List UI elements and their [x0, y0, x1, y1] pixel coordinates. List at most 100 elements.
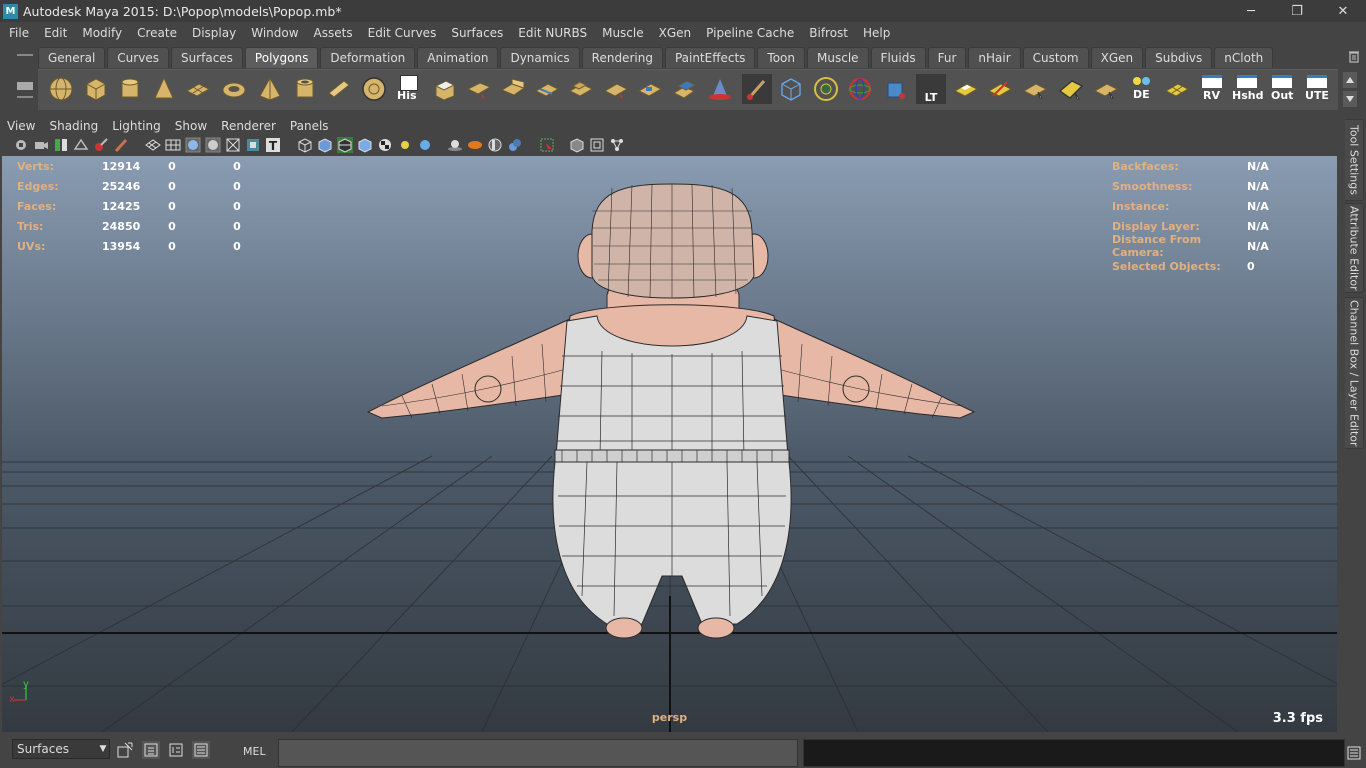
script-editor-icon[interactable] [1347, 746, 1361, 760]
shelf-tab-custom[interactable]: Custom [1022, 47, 1089, 68]
all-lights-icon[interactable] [417, 137, 433, 153]
default-lighting-icon[interactable] [397, 137, 413, 153]
poly-helix-icon[interactable] [324, 74, 354, 104]
grease-pencil-icon[interactable] [93, 137, 109, 153]
shelf-tab-fur[interactable]: Fur [927, 47, 967, 68]
anti-aliasing-icon[interactable] [507, 137, 523, 153]
poly-pyramid-icon[interactable] [255, 74, 285, 104]
menu-xgen[interactable]: XGen [651, 26, 699, 40]
ute-shelf-button[interactable]: UTE [1302, 74, 1332, 104]
shelf-tab-ncloth[interactable]: nCloth [1214, 47, 1274, 68]
lt-shelf-button[interactable]: LT [916, 74, 946, 104]
poly-bridge-icon[interactable] [464, 74, 494, 104]
menu-assets[interactable]: Assets [306, 26, 360, 40]
tab-channel-box-layer-editor[interactable]: Channel Box / Layer Editor [1345, 297, 1364, 449]
poly-extrude-icon[interactable] [430, 74, 460, 104]
camera-attributes-icon[interactable] [33, 137, 49, 153]
uv-grid-icon[interactable] [1162, 74, 1192, 104]
panel-menu-view[interactable]: View [0, 119, 42, 133]
poly-soccer-ball-icon[interactable] [359, 74, 389, 104]
restore-button[interactable]: ❐ [1274, 0, 1320, 22]
minimize-button[interactable]: ─ [1228, 0, 1274, 22]
character-model-popop[interactable] [366, 183, 976, 639]
xray-icon[interactable] [245, 137, 261, 153]
target-weld-icon[interactable] [811, 74, 841, 104]
mel-language-toggle[interactable]: MEL [243, 745, 266, 758]
shelf-scroll-arrows[interactable] [1343, 72, 1357, 108]
shelf-tab-animation[interactable]: Animation [417, 47, 499, 68]
shelf-tab-curves[interactable]: Curves [107, 47, 169, 68]
shelf-tab-rendering[interactable]: Rendering [581, 47, 663, 68]
poly-cylinder-icon[interactable] [115, 74, 145, 104]
smooth-shade-icon[interactable] [185, 137, 201, 153]
shadows-icon[interactable] [447, 137, 463, 153]
history-his-icon[interactable]: His [393, 74, 423, 104]
rv-shelf-button[interactable]: RV [1197, 74, 1227, 104]
menu-file[interactable]: File [0, 26, 36, 40]
uv-flip-icon[interactable] [1091, 74, 1121, 104]
panel-menu-shading[interactable]: Shading [42, 119, 105, 133]
wireframe-cube-toggle-icon[interactable] [297, 137, 313, 153]
shelf-options-handle[interactable] [12, 46, 36, 110]
menu-set-dropdown[interactable]: Surfaces ▼ [12, 739, 110, 759]
menu-muscle[interactable]: Muscle [594, 26, 651, 40]
hshd-shelf-button[interactable]: Hshd [1232, 74, 1263, 104]
bookmarks-icon[interactable] [53, 137, 69, 153]
shelf-trash-icon[interactable] [1347, 49, 1361, 63]
shelf-tab-painteffects[interactable]: PaintEffects [664, 47, 756, 68]
screen-space-ao-icon[interactable] [467, 137, 483, 153]
text-display-icon[interactable]: T [265, 137, 281, 153]
de-shelf-button[interactable]: DE [1126, 74, 1156, 104]
tab-tool-settings[interactable]: Tool Settings [1345, 119, 1364, 201]
poly-combine-icon[interactable] [670, 74, 700, 104]
poly-plane-icon[interactable] [183, 74, 213, 104]
menu-bifrost[interactable]: Bifrost [801, 26, 855, 40]
panel-menu-show[interactable]: Show [168, 119, 214, 133]
uv-unfold-icon[interactable] [1056, 74, 1086, 104]
wireframe-mode-icon[interactable] [145, 137, 161, 153]
menu-window[interactable]: Window [243, 26, 305, 40]
menu-edit[interactable]: Edit [36, 26, 74, 40]
poly-append-icon[interactable] [498, 74, 528, 104]
paint-brush-icon[interactable] [113, 137, 129, 153]
snap-toggle-icon[interactable] [116, 741, 134, 759]
close-button[interactable]: ✕ [1320, 0, 1366, 22]
shelf-tab-muscle[interactable]: Muscle [807, 47, 869, 68]
poly-split-icon[interactable] [532, 74, 562, 104]
menu-display[interactable]: Display [184, 26, 243, 40]
checker-icon[interactable] [377, 137, 393, 153]
poly-cone-icon[interactable] [149, 74, 179, 104]
shelf-tab-general[interactable]: General [38, 47, 106, 68]
uv-layout-icon[interactable] [951, 74, 981, 104]
shelf-tab-deformation[interactable]: Deformation [320, 47, 416, 68]
menu-edit-curves[interactable]: Edit Curves [360, 26, 444, 40]
menu-surfaces[interactable]: Surfaces [443, 26, 510, 40]
shelf-tab-polygons[interactable]: Polygons [244, 47, 319, 68]
command-input-field[interactable] [278, 739, 798, 767]
menu-pipeline-cache[interactable]: Pipeline Cache [698, 26, 801, 40]
uv-cut-icon[interactable] [985, 74, 1015, 104]
bounding-box-icon[interactable] [225, 137, 241, 153]
menu-create[interactable]: Create [129, 26, 184, 40]
hypershade-icon[interactable] [167, 741, 185, 759]
menu-edit-nurbs[interactable]: Edit NURBS [510, 26, 594, 40]
poly-merge-icon[interactable] [566, 74, 596, 104]
poly-pipe-icon[interactable] [290, 74, 320, 104]
wireframe-on-shaded-icon[interactable] [337, 137, 353, 153]
shelf-tab-xgen[interactable]: XGen [1090, 47, 1144, 68]
shelf-tab-subdivs[interactable]: Subdivs [1145, 47, 1213, 68]
poly-smooth-icon[interactable] [601, 74, 631, 104]
isolate-select-icon[interactable] [539, 137, 555, 153]
menu-help[interactable]: Help [855, 26, 897, 40]
cube-lights-icon[interactable] [880, 74, 910, 104]
tab-attribute-editor[interactable]: Attribute Editor [1345, 203, 1364, 293]
grid-display-icon[interactable] [165, 137, 181, 153]
shaded-cube-icon[interactable] [317, 137, 333, 153]
motion-blur-icon[interactable] [487, 137, 503, 153]
image-plane-icon[interactable] [73, 137, 89, 153]
rotate-manip-icon[interactable] [845, 74, 875, 104]
shelf-tab-toon[interactable]: Toon [757, 47, 806, 68]
panel-menu-renderer[interactable]: Renderer [214, 119, 283, 133]
out-shelf-button[interactable]: Out [1267, 74, 1297, 104]
poly-torus-icon[interactable] [219, 74, 249, 104]
